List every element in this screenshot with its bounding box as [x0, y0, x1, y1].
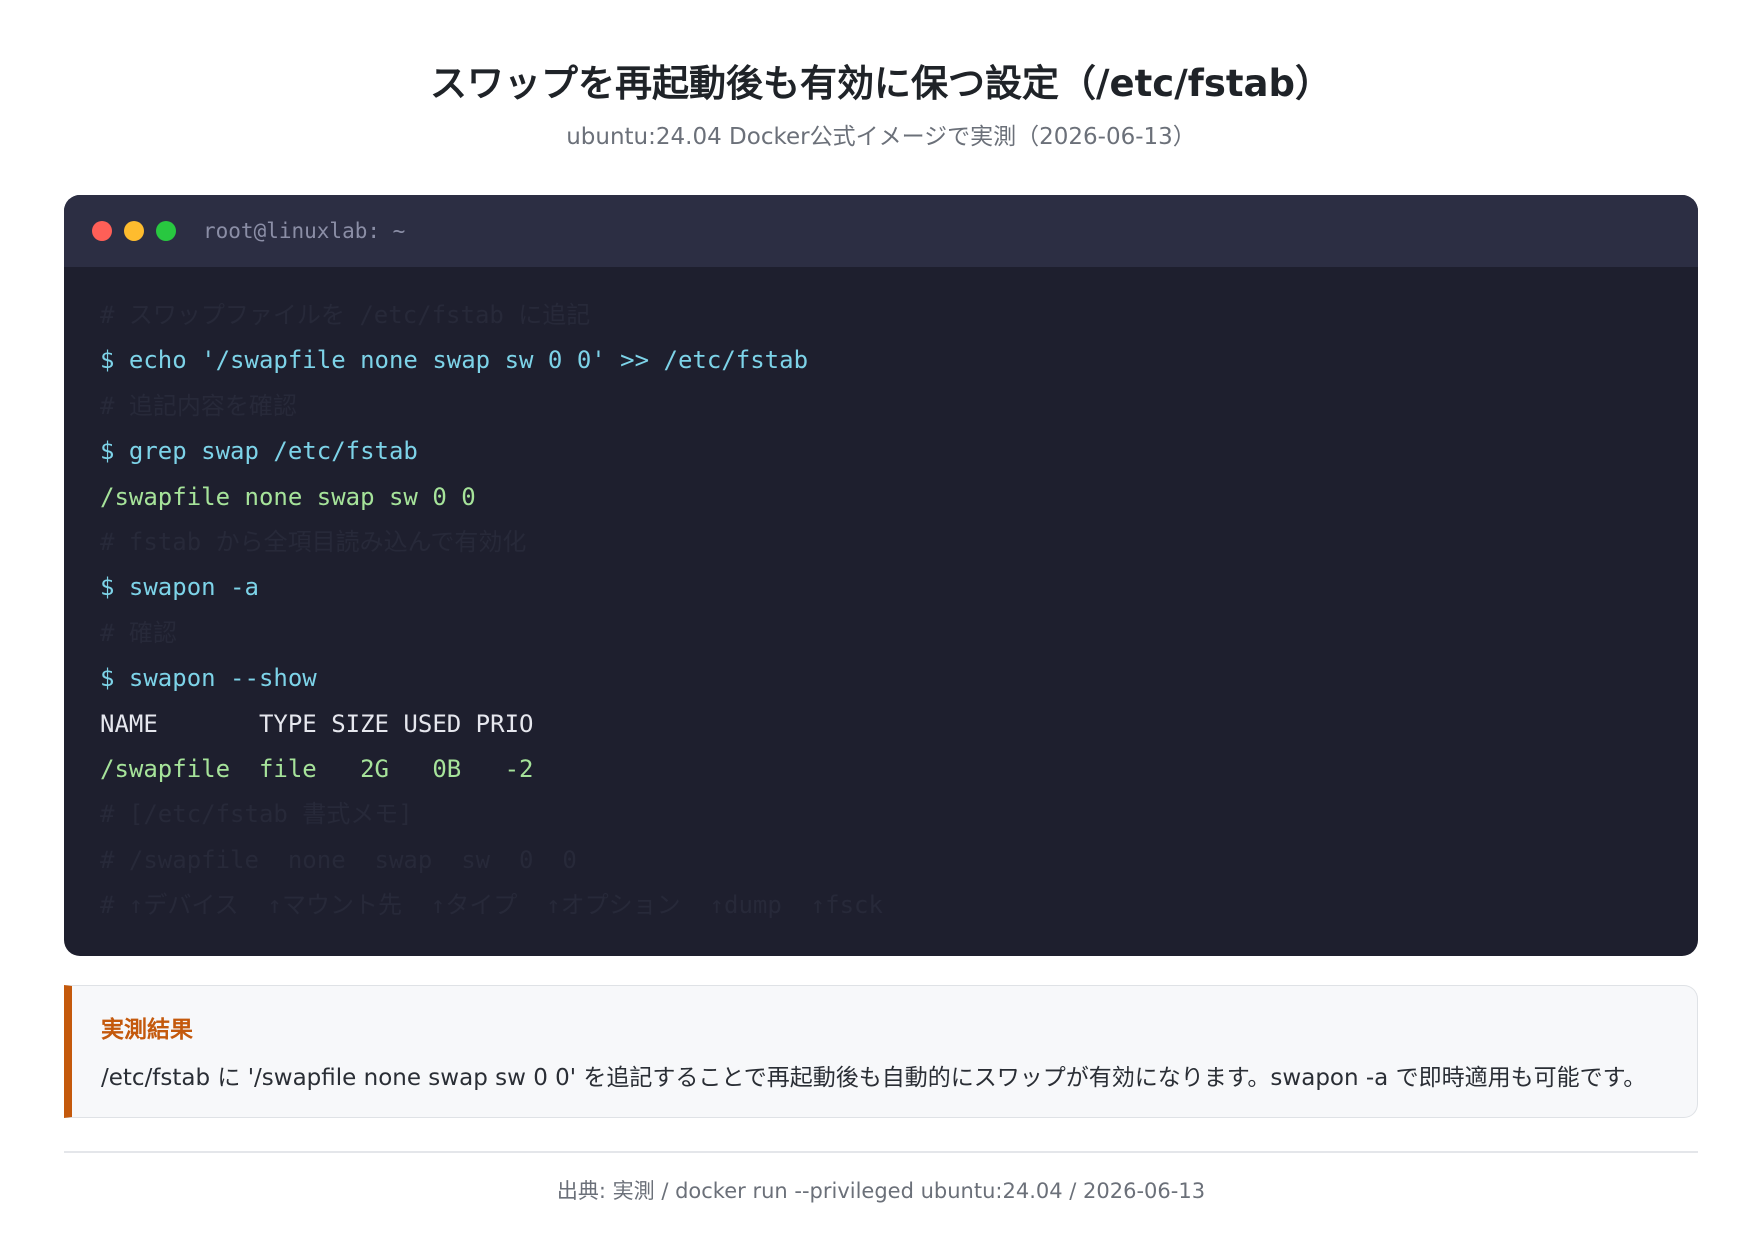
terminal-comment-line: # 確認	[100, 618, 177, 647]
terminal-comment-line: # 追記内容を確認	[100, 391, 297, 420]
terminal-comment-line: # fstab から全項目読み込んで有効化	[100, 527, 527, 556]
page-subtitle: ubuntu:24.04 Docker公式イメージで実測（2026-06-13）	[566, 124, 1196, 150]
close-dot-icon[interactable]	[92, 221, 112, 241]
terminal-comment-line: # /swapfile none swap sw 0 0	[100, 845, 577, 874]
terminal-title: root@linuxlab: ~	[203, 219, 406, 243]
maximize-dot-icon[interactable]	[156, 221, 176, 241]
terminal-command-line: $ echo '/swapfile none swap sw 0 0' >> /…	[100, 346, 809, 375]
callout-text: /etc/fstab に '/swapfile none swap sw 0 0…	[101, 1065, 1647, 1091]
terminal-command-line: $ grep swap /etc/fstab	[100, 437, 418, 466]
terminal-output-line: /swapfile file 2G 0B -2	[100, 754, 534, 783]
terminal-body[interactable]: # スワップファイルを /etc/fstab に追記 $ echo '/swap…	[64, 267, 1698, 928]
callout-title: 実測結果	[101, 1017, 193, 1043]
result-callout: 実測結果 /etc/fstab に '/swapfile none swap s…	[64, 985, 1698, 1118]
terminal-comment-line: # [/etc/fstab 書式メモ]	[100, 800, 413, 829]
terminal-title-bar: root@linuxlab: ~	[64, 195, 1698, 267]
terminal-command-line: $ swapon --show	[100, 664, 317, 693]
terminal-output-header-line: NAME TYPE SIZE USED PRIO	[100, 709, 534, 738]
terminal-comment-line: # ↑デバイス ↑マウント先 ↑タイプ ↑オプション ↑dump ↑fsck	[100, 891, 883, 920]
minimize-dot-icon[interactable]	[124, 221, 144, 241]
terminal-command-line: $ swapon -a	[100, 573, 259, 602]
terminal-window: root@linuxlab: ~ # スワップファイルを /etc/fstab …	[64, 195, 1698, 956]
source-footer: 出典: 実測 / docker run --privileged ubuntu:…	[556, 1179, 1206, 1203]
footer-divider	[64, 1151, 1698, 1153]
page-title: スワップを再起動後も有効に保つ設定（/etc/fstab）	[429, 62, 1332, 105]
terminal-output-line: /swapfile none swap sw 0 0	[100, 482, 476, 511]
terminal-comment-line: # スワップファイルを /etc/fstab に追記	[100, 301, 591, 329]
